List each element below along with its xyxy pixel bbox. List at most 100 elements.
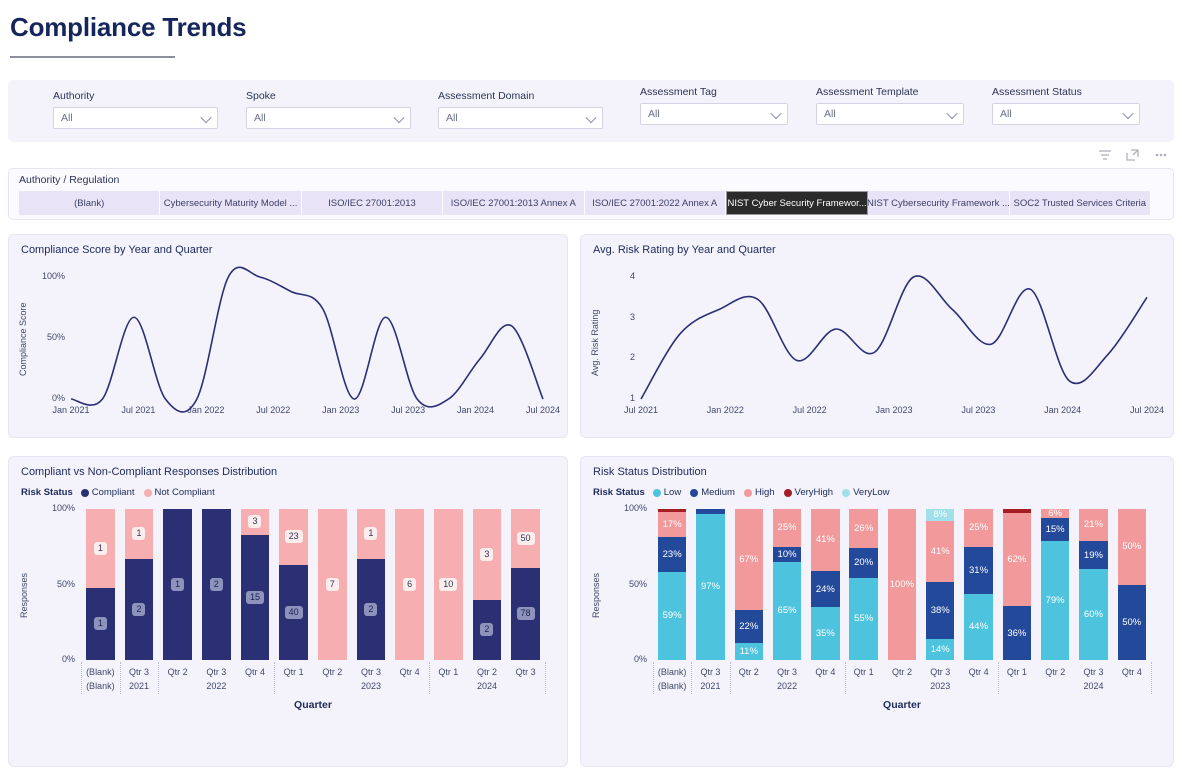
stacked-bar[interactable]: 2 <box>197 509 236 660</box>
bar-segment[interactable]: 2 <box>202 509 231 660</box>
bar-segment[interactable]: 1 <box>86 509 115 588</box>
filter-dropdown[interactable]: All <box>53 107 218 129</box>
stacked-bar[interactable]: 25%31%44% <box>959 509 997 660</box>
bar-segment[interactable]: 21% <box>1079 509 1107 541</box>
slicer-tab[interactable]: Cybersecurity Maturity Model ... <box>160 191 301 215</box>
bar-segment[interactable]: 6 <box>395 509 424 660</box>
bar-segment[interactable]: 97% <box>696 514 724 660</box>
bar-segment[interactable]: 2 <box>357 559 386 660</box>
slicer-tab[interactable]: SOC2 Trusted Services Criteria <box>1010 191 1151 215</box>
bar-segment[interactable]: 17% <box>658 512 686 537</box>
bar-segment[interactable]: 2 <box>473 600 502 660</box>
slicer-tab[interactable]: ISO/IEC 27001:2013 <box>302 191 443 215</box>
stacked-bar[interactable]: 12 <box>352 509 391 660</box>
stacked-bar[interactable]: 12 <box>120 509 159 660</box>
stacked-bar[interactable]: 32 <box>468 509 507 660</box>
stacked-bar[interactable]: 315 <box>236 509 275 660</box>
stacked-bar[interactable]: 26%20%55% <box>844 509 882 660</box>
bar-segment[interactable]: 35% <box>811 607 839 660</box>
filter-dropdown[interactable]: All <box>438 107 603 129</box>
bar-segment[interactable]: 55% <box>849 578 877 660</box>
filter-icon[interactable] <box>1096 146 1114 164</box>
stacked-bar[interactable]: 6%15%79% <box>1036 509 1074 660</box>
bar-segment[interactable]: 3 <box>473 509 502 600</box>
bar-segment[interactable]: 10% <box>773 547 801 562</box>
bar-segment[interactable]: 41% <box>811 509 839 571</box>
bar-segment[interactable]: 36% <box>1003 606 1031 660</box>
bar-segment[interactable]: 1 <box>86 588 115 660</box>
compliant-vs-noncompliant-plot[interactable]: Responses0%50%100%1112123152340712610325… <box>9 457 569 768</box>
bar-segment[interactable]: 79% <box>1041 541 1069 660</box>
bar-segment[interactable]: 20% <box>849 548 877 578</box>
bar-segment[interactable]: 10 <box>434 509 463 660</box>
avg-risk-rating-plot[interactable]: Avg. Risk Rating1234Jul 2021Jan 2022Jul … <box>581 255 1173 437</box>
stacked-bar[interactable]: 25%10%65% <box>768 509 806 660</box>
stacked-bar[interactable]: 8%41%38%14% <box>921 509 959 660</box>
bar-segment[interactable]: 50% <box>1118 509 1146 585</box>
risk-status-distribution-plot[interactable]: Responses0%50%100%17%23%59%97%67%22%11%2… <box>581 457 1175 768</box>
stacked-bar[interactable]: 17%23%59% <box>653 509 691 660</box>
bar-segment[interactable]: 40 <box>279 565 308 660</box>
slicer-tab[interactable]: NIST Cyber Security Framewor... <box>726 191 868 215</box>
bar-segment[interactable]: 67% <box>735 509 763 610</box>
stacked-bar[interactable]: 10 <box>429 509 468 660</box>
bar-segment[interactable]: 50% <box>1118 585 1146 661</box>
bar-segment[interactable]: 2 <box>125 559 154 660</box>
filter-dropdown[interactable]: All <box>640 103 788 125</box>
focus-mode-icon[interactable] <box>1124 146 1142 164</box>
bar-segment[interactable]: 1 <box>163 509 192 660</box>
stacked-bar[interactable]: 21%19%60% <box>1074 509 1112 660</box>
slicer-tab[interactable]: (Blank) <box>19 191 160 215</box>
bar-segment[interactable]: 100% <box>888 509 916 660</box>
stacked-bar[interactable]: 5078 <box>506 509 545 660</box>
bar-segment[interactable]: 14% <box>926 639 954 660</box>
bar-segment[interactable]: 3 <box>241 509 270 535</box>
stacked-bar[interactable]: 41%24%35% <box>806 509 844 660</box>
bar-segment[interactable]: 65% <box>773 562 801 660</box>
stacked-bar[interactable]: 97% <box>691 509 729 660</box>
filter-dropdown[interactable]: All <box>992 103 1140 125</box>
bar-segment[interactable]: 8% <box>926 509 954 521</box>
bar-segment[interactable]: 15 <box>241 535 270 660</box>
stacked-bar[interactable]: 62%36% <box>998 509 1036 660</box>
stacked-bar[interactable]: 100% <box>883 509 921 660</box>
bar-segment[interactable]: 23% <box>658 537 686 571</box>
bar-segment[interactable]: 26% <box>849 509 877 548</box>
slicer-tab[interactable]: NIST Cybersecurity Framework ... <box>868 191 1009 215</box>
bar-segment[interactable]: 41% <box>926 521 954 582</box>
bar-segment[interactable]: 11% <box>735 643 763 660</box>
stacked-bar[interactable]: 11 <box>81 509 120 660</box>
bar-segment[interactable]: 6% <box>1041 509 1069 518</box>
bar-segment[interactable]: 78 <box>511 568 540 660</box>
x-axis-title: Quarter <box>653 699 1151 711</box>
bar-segment[interactable]: 1 <box>125 509 154 559</box>
bar-segment[interactable]: 22% <box>735 610 763 643</box>
bar-segment[interactable]: 25% <box>964 509 992 547</box>
bar-segment[interactable]: 15% <box>1041 518 1069 541</box>
compliance-score-plot[interactable]: Compliance Score0%50%100%Jan 2021Jul 202… <box>9 255 567 437</box>
bar-segment[interactable]: 60% <box>1079 569 1107 660</box>
stacked-bar[interactable]: 7 <box>313 509 352 660</box>
slicer-tab[interactable]: ISO/IEC 27001:2013 Annex A <box>443 191 584 215</box>
slicer-tab[interactable]: ISO/IEC 27001:2022 Annex A <box>585 191 726 215</box>
bar-segment[interactable]: 1 <box>357 509 386 559</box>
bar-segment[interactable]: 23 <box>279 509 308 565</box>
bar-segment[interactable]: 7 <box>318 509 347 660</box>
bar-segment[interactable]: 24% <box>811 571 839 607</box>
bar-segment[interactable]: 62% <box>1003 513 1031 606</box>
bar-segment[interactable]: 38% <box>926 582 954 639</box>
stacked-bar[interactable]: 6 <box>390 509 429 660</box>
filter-dropdown[interactable]: All <box>246 107 411 129</box>
stacked-bar[interactable]: 2340 <box>274 509 313 660</box>
bar-segment[interactable]: 50 <box>511 509 540 568</box>
bar-segment[interactable]: 59% <box>658 572 686 660</box>
bar-segment[interactable]: 31% <box>964 547 992 594</box>
stacked-bar[interactable]: 1 <box>158 509 197 660</box>
bar-segment[interactable]: 19% <box>1079 541 1107 570</box>
stacked-bar[interactable]: 67%22%11% <box>730 509 768 660</box>
stacked-bar[interactable]: 50%50% <box>1113 509 1151 660</box>
more-options-icon[interactable] <box>1152 146 1170 164</box>
bar-segment[interactable]: 44% <box>964 594 992 660</box>
bar-segment[interactable]: 25% <box>773 509 801 547</box>
filter-dropdown[interactable]: All <box>816 103 964 125</box>
